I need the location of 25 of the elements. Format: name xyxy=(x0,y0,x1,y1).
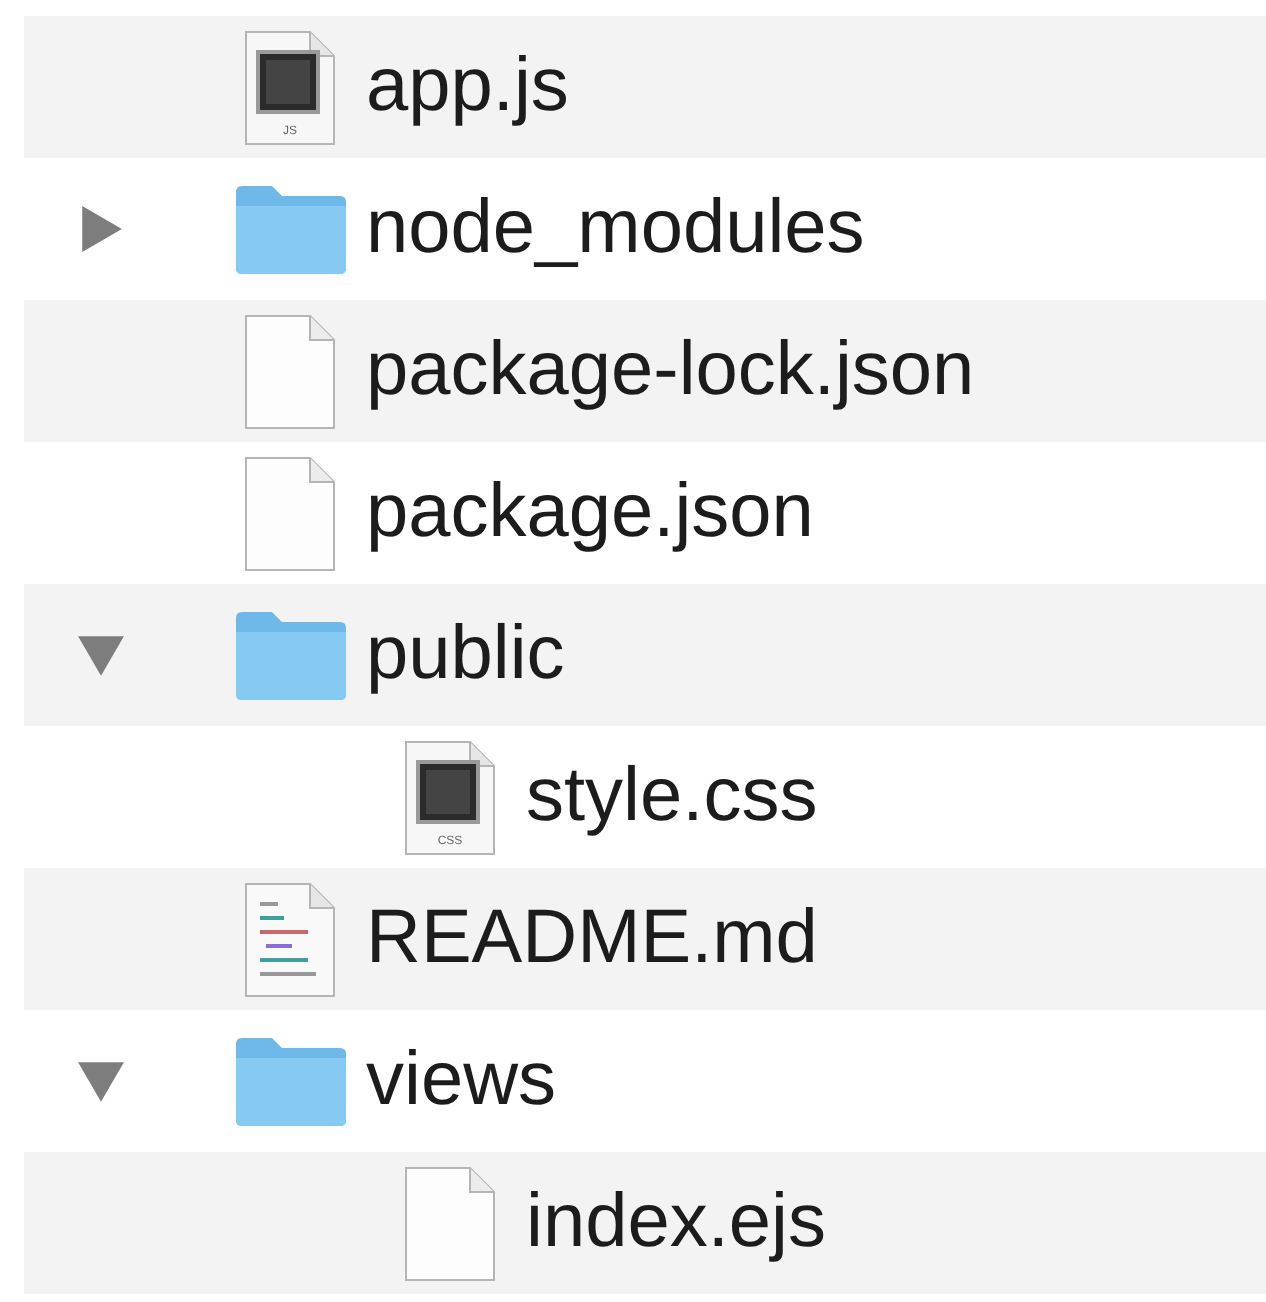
document-icon xyxy=(244,313,336,429)
file-row[interactable]: public xyxy=(24,584,1266,726)
file-name: app.js xyxy=(366,44,569,130)
folder-icon xyxy=(232,1035,348,1127)
folder-icon xyxy=(232,609,348,701)
text-file-icon xyxy=(244,881,336,997)
script-file-icon xyxy=(245,30,335,144)
file-name: public xyxy=(366,612,565,698)
file-row[interactable]: README.md xyxy=(24,868,1266,1010)
collapse-triangle-icon[interactable] xyxy=(76,1056,126,1106)
expand-triangle-icon[interactable] xyxy=(76,204,126,254)
file-row[interactable]: index.ejs xyxy=(24,1152,1266,1294)
file-name: index.ejs xyxy=(526,1180,826,1266)
file-row[interactable]: package-lock.json xyxy=(24,300,1266,442)
document-icon xyxy=(404,1165,496,1281)
file-name: package.json xyxy=(366,470,814,556)
collapse-triangle-icon[interactable] xyxy=(76,630,126,680)
folder-icon xyxy=(232,183,348,275)
file-name: package-lock.json xyxy=(366,328,975,414)
file-name: node_modules xyxy=(366,186,865,272)
file-name: README.md xyxy=(366,896,818,982)
file-name: views xyxy=(366,1038,557,1124)
file-name: style.css xyxy=(526,754,818,840)
document-icon xyxy=(244,455,336,571)
script-file-icon xyxy=(405,740,495,854)
